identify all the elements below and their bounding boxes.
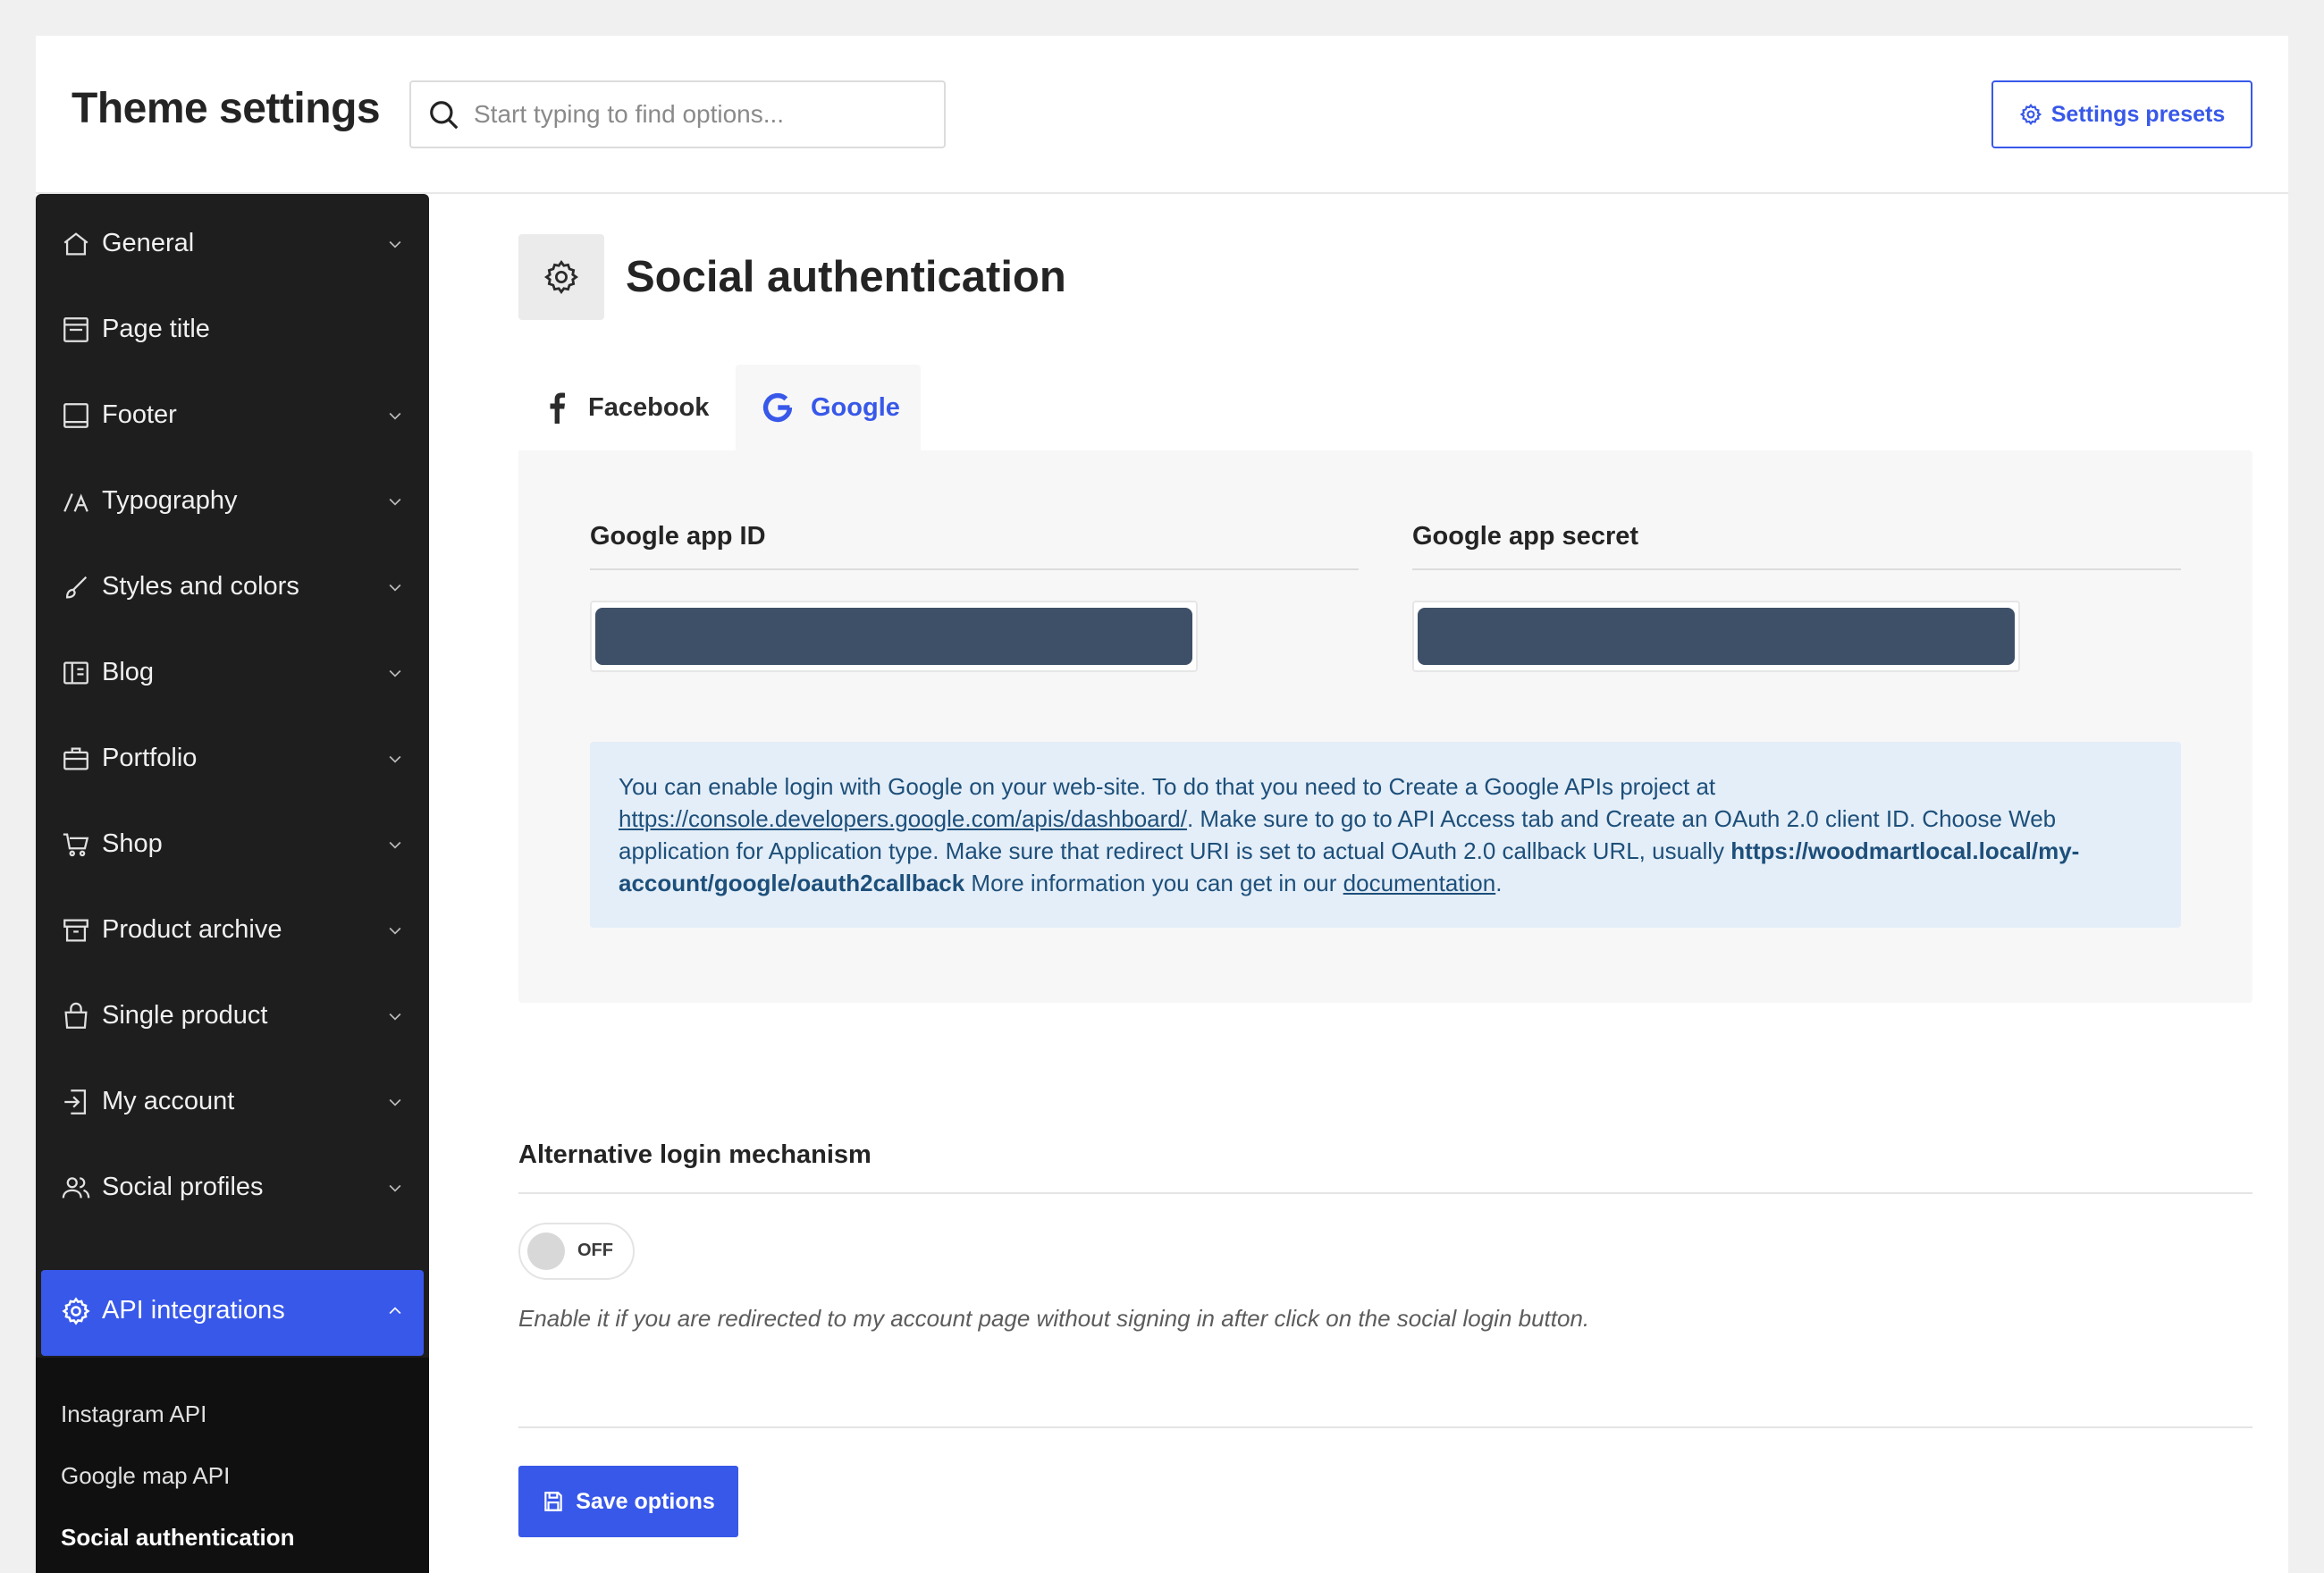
sidebar-item-api-integrations[interactable]: API integrations	[41, 1270, 424, 1356]
search-input[interactable]	[474, 91, 930, 138]
sidebar-item-label: General	[102, 229, 195, 257]
section-title: Social authentication	[626, 253, 1066, 301]
tab-label: Facebook	[588, 392, 710, 422]
blog-icon	[63, 661, 88, 685]
documentation-link[interactable]: documentation	[1343, 870, 1496, 896]
sidebar-item-label: Single product	[102, 1001, 268, 1030]
sidebar-item-label: Footer	[102, 400, 177, 429]
settings-presets-label: Settings presets	[2050, 101, 2226, 127]
chevron-down-icon	[389, 240, 401, 248]
sidebar-item-my-account[interactable]: My account	[41, 1061, 424, 1143]
save-icon	[544, 1492, 562, 1511]
settings-presets-button[interactable]: Settings presets	[1991, 80, 2252, 148]
toggle-state-label: OFF	[577, 1241, 613, 1260]
sidebar-item-label: Typography	[102, 486, 238, 515]
briefcase-icon	[63, 747, 88, 770]
search-box[interactable]	[409, 80, 946, 148]
sidebar-item-label: Product archive	[102, 915, 282, 944]
gear-icon	[543, 259, 579, 295]
google-app-secret-field	[1412, 601, 2020, 672]
tab-facebook[interactable]: Facebook	[518, 365, 736, 450]
sidebar-item-page-title[interactable]: Page title	[41, 289, 424, 371]
typography-icon	[63, 493, 88, 512]
sidebar-item-label: Page title	[102, 315, 210, 343]
google-console-link[interactable]: https://console.developers.google.com/ap…	[619, 805, 1187, 832]
sidebar-item-footer[interactable]: Footer	[41, 374, 424, 457]
google-app-id-input[interactable]	[595, 608, 1192, 665]
home-icon	[63, 232, 88, 256]
section-icon-box	[518, 234, 604, 320]
sidebar-item-styles-and-colors[interactable]: Styles and colors	[41, 546, 424, 628]
chevron-down-icon	[389, 1184, 401, 1192]
sidebar-item-shop[interactable]: Shop	[41, 803, 424, 886]
sidebar-subitem-instagram-api[interactable]: Instagram API	[61, 1401, 206, 1428]
notice-text: More information you can get in our	[964, 870, 1343, 896]
google-app-id-label: Google app ID	[590, 522, 766, 551]
page-title-icon	[63, 317, 88, 342]
google-app-secret-label: Google app secret	[1412, 522, 1639, 551]
sidebar-item-label: Portfolio	[102, 744, 198, 772]
search-icon	[430, 101, 459, 130]
chevron-down-icon	[389, 498, 401, 506]
divider	[590, 568, 1359, 570]
sidebar-item-label: Shop	[102, 829, 163, 858]
google-info-notice: You can enable login with Google on your…	[590, 742, 2181, 928]
sidebar-item-label: Social profiles	[102, 1173, 264, 1201]
header: Theme settings Settings presets	[36, 36, 2288, 194]
notice-text: You can enable login with Google on your…	[619, 773, 1716, 800]
chevron-down-icon	[389, 927, 401, 935]
sidebar-item-blog[interactable]: Blog	[41, 632, 424, 714]
google-tab-panel: Google app ID Google app secret You can …	[518, 450, 2252, 1003]
chevron-down-icon	[389, 841, 401, 849]
divider	[518, 1426, 2252, 1428]
save-options-button[interactable]: Save options	[518, 1466, 738, 1537]
divider	[1412, 568, 2181, 570]
google-app-secret-input[interactable]	[1418, 608, 2015, 665]
page-title: Theme settings	[72, 85, 381, 132]
brush-icon	[65, 576, 88, 599]
bag-icon	[64, 1002, 88, 1029]
sidebar-item-label: API integrations	[102, 1296, 285, 1325]
footer-icon	[63, 403, 88, 428]
cart-icon	[63, 833, 89, 857]
sidebar-subitem-social-authentication[interactable]: Social authentication	[61, 1524, 295, 1552]
gear-icon	[62, 1297, 90, 1325]
google-app-id-field	[590, 601, 1198, 672]
sidebar-item-portfolio[interactable]: Portfolio	[41, 718, 424, 800]
chevron-up-icon	[389, 1307, 401, 1315]
save-options-label: Save options	[576, 1488, 715, 1514]
divider	[518, 1192, 2252, 1194]
sidebar-item-label: Blog	[102, 658, 155, 686]
sidebar-item-single-product[interactable]: Single product	[41, 975, 424, 1057]
users-icon	[62, 1177, 90, 1199]
sidebar-item-typography[interactable]: Typography	[41, 460, 424, 543]
alternative-login-description: Enable it if you are redirected to my ac…	[518, 1305, 1590, 1332]
google-icon	[762, 392, 793, 423]
sidebar-item-label: My account	[102, 1087, 235, 1115]
tab-google[interactable]: Google	[736, 365, 921, 450]
facebook-icon	[550, 392, 565, 424]
archive-icon	[63, 919, 88, 942]
tab-label: Google	[811, 392, 900, 422]
chevron-down-icon	[389, 584, 401, 592]
notice-text: .	[1495, 870, 1503, 896]
chevron-down-icon	[389, 412, 401, 420]
alternative-login-toggle[interactable]: OFF	[518, 1223, 635, 1280]
sidebar: General Page title Footer Typography Sty…	[36, 194, 429, 1573]
chevron-down-icon	[389, 755, 401, 763]
alternative-login-label: Alternative login mechanism	[518, 1140, 872, 1169]
chevron-down-icon	[389, 669, 401, 677]
login-icon	[64, 1089, 87, 1115]
sidebar-subitem-google-map-api[interactable]: Google map API	[61, 1462, 230, 1490]
sidebar-submenu: Instagram API Google map API Social auth…	[36, 1358, 429, 1573]
sidebar-item-social-profiles[interactable]: Social profiles	[41, 1147, 424, 1229]
toggle-knob	[527, 1232, 565, 1270]
chevron-down-icon	[389, 1098, 401, 1106]
sidebar-item-label: Styles and colors	[102, 572, 299, 601]
sidebar-item-general[interactable]: General	[41, 203, 424, 285]
gear-icon	[2019, 103, 2042, 126]
sidebar-item-product-archive[interactable]: Product archive	[41, 889, 424, 972]
chevron-down-icon	[389, 1013, 401, 1021]
